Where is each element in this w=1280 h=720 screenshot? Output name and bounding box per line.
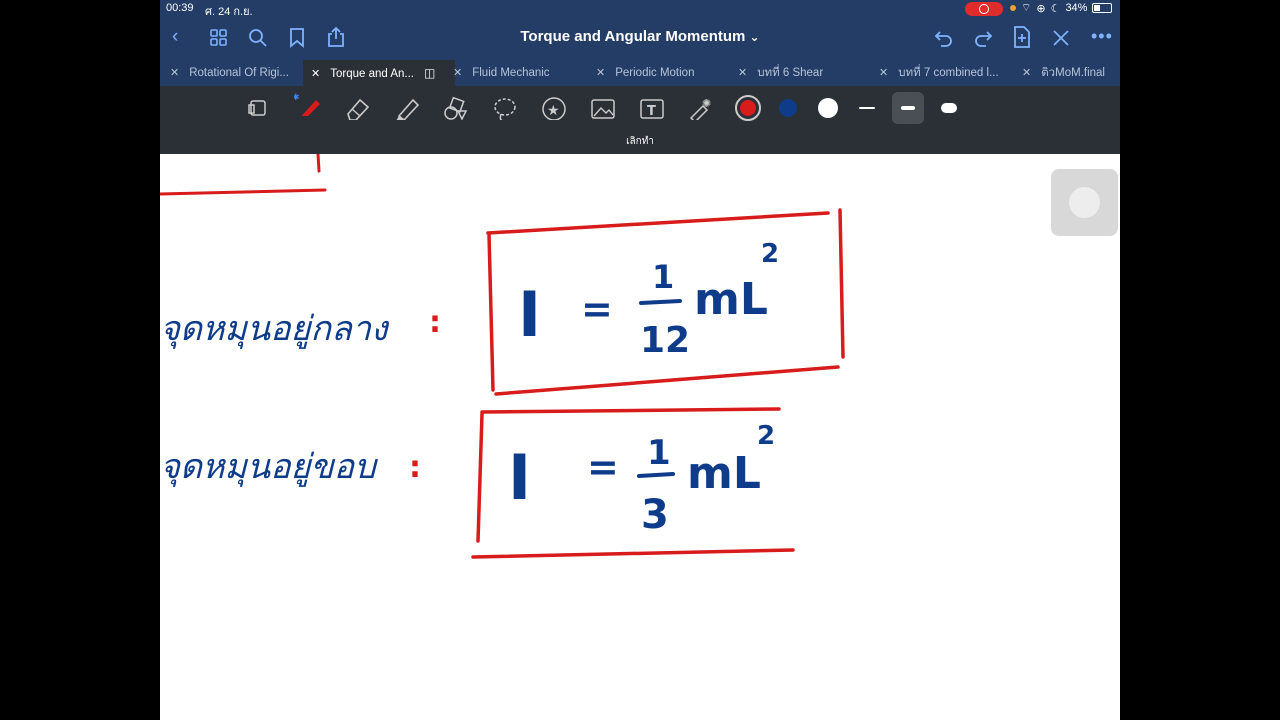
tab-label: ติวMoM.final (1041, 67, 1105, 79)
close-tab-icon[interactable]: ✕ (453, 67, 462, 79)
previous-red-box-fragment (160, 152, 327, 196)
laser-pointer-icon[interactable]: ✺ (687, 96, 713, 120)
highlighter-tool-icon[interactable] (393, 96, 419, 120)
row2-mL: mL (687, 448, 761, 499)
row1-fraction-bar (639, 299, 682, 305)
row2-denominator: 3 (641, 492, 669, 538)
tab-rotational[interactable]: ✕ Rotational Of Rigi... (170, 60, 289, 86)
row1-mL: mL (694, 274, 768, 325)
wifi-icon: ⌔ (1021, 2, 1032, 14)
tab-label: Fluid Mechanic (472, 67, 550, 79)
row2-numerator: 1 (647, 433, 671, 473)
color-swatch-white[interactable] (818, 98, 838, 118)
note-canvas[interactable]: จุดหมุนอยู่กลาง : I = 1 12 mL 2 จุดหมุนอ… (160, 152, 1120, 720)
screen-recording-indicator[interactable] (965, 2, 1003, 16)
drawing-toolbar: ✱ ★ T ✺ (160, 86, 1120, 131)
tab-mom-final[interactable]: ✕ ติวMoM.final (1022, 60, 1105, 86)
undo-icon[interactable] (934, 28, 954, 48)
image-tool-icon[interactable] (589, 96, 615, 120)
svg-text:T: T (647, 104, 656, 119)
eraser-tool-icon[interactable] (344, 96, 370, 120)
color-swatch-blue[interactable] (779, 99, 797, 117)
close-tab-icon[interactable]: ✕ (170, 67, 179, 79)
row1-label: จุดหมุนอยู่กลาง (160, 309, 390, 349)
read-mode-icon[interactable] (246, 96, 272, 120)
row2-symbol-I: I (508, 441, 531, 514)
tab-bar: ✕ Rotational Of Rigi... ✕ Torque and An...… (160, 60, 1120, 86)
close-tab-icon[interactable]: ✕ (879, 67, 888, 79)
status-icons: ⌔ ⊕ ☾ 34% (1010, 1, 1113, 15)
svg-text:✺: ✺ (702, 97, 711, 110)
svg-text:✱: ✱ (294, 93, 300, 103)
row1-symbol-I: I (518, 278, 541, 351)
more-options-icon[interactable]: ••• (1091, 25, 1113, 47)
redo-icon[interactable] (973, 28, 993, 48)
battery-icon (1092, 3, 1113, 13)
row2-fraction-bar (637, 472, 675, 478)
tab-label: Periodic Motion (615, 67, 695, 79)
tab-label: บทที่ 6 Shear (757, 67, 824, 79)
tab-label: บทที่ 7 combined l... (898, 67, 999, 79)
tab-label: Torque and An... (330, 68, 414, 80)
document-title-text: Torque and Angular Momentum (520, 28, 746, 45)
row1-exponent: 2 (761, 239, 779, 269)
row1-equals: = (581, 287, 613, 331)
text-tool-icon[interactable]: T (638, 96, 664, 120)
row1-colon: : (429, 305, 441, 340)
ipad-screen: 00:39 ศ. 24 ก.ย. ⌔ ⊕ ☾ 34% ‹ Torque and … (160, 0, 1120, 720)
close-tab-icon[interactable]: ✕ (1022, 67, 1031, 79)
tab-torque-active[interactable]: ✕ Torque and An... ◫ (303, 60, 455, 86)
row2-equals: = (587, 445, 619, 489)
chevron-down-icon: ⌄ (749, 30, 760, 44)
moon-icon: ☾ (1050, 2, 1061, 15)
stroke-medium-selected[interactable] (892, 92, 924, 124)
status-date: ศ. 24 ก.ย. (205, 6, 253, 18)
add-page-icon[interactable] (1012, 26, 1032, 48)
shapes-tool-icon[interactable] (442, 96, 468, 120)
tab-combined[interactable]: ✕ บทที่ 7 combined l... (879, 60, 999, 86)
assistive-touch-button[interactable] (1051, 169, 1118, 236)
close-tab-icon[interactable]: ✕ (596, 67, 605, 79)
pen-tool-icon[interactable]: ✱ (294, 92, 320, 116)
row1-numerator: 1 (652, 258, 674, 296)
battery-percent: 34% (1065, 2, 1088, 14)
tab-shear[interactable]: ✕ บทที่ 6 Shear (738, 60, 823, 86)
color-swatch-red-selected[interactable] (735, 95, 761, 121)
stroke-thick[interactable] (941, 103, 957, 113)
tab-fluid[interactable]: ✕ Fluid Mechanic (453, 60, 550, 86)
row1-denominator: 12 (640, 320, 690, 361)
close-edit-icon[interactable] (1052, 29, 1070, 47)
undo-hint-bar[interactable]: เลิกทำ (160, 131, 1120, 154)
lasso-tool-icon[interactable] (491, 96, 517, 120)
tab-periodic[interactable]: ✕ Periodic Motion (596, 60, 694, 86)
row2-colon: : (409, 450, 421, 485)
row2-exponent: 2 (757, 421, 775, 451)
status-time: 00:39 (166, 2, 194, 14)
svg-text:★: ★ (547, 103, 560, 119)
handwriting-layer: จุดหมุนอยู่กลาง : I = 1 12 mL 2 จุดหมุนอ… (160, 152, 845, 559)
split-view-icon[interactable]: ◫ (424, 66, 435, 80)
close-tab-icon[interactable]: ✕ (738, 67, 747, 79)
title-bar: 00:39 ศ. 24 ก.ย. ⌔ ⊕ ☾ 34% ‹ Torque and … (160, 0, 1120, 60)
undo-label: เลิกทำ (626, 136, 654, 147)
row2-label: จุดหมุนอยู่ขอบ (160, 447, 378, 487)
tab-label: Rotational Of Rigi... (189, 67, 289, 79)
close-tab-icon[interactable]: ✕ (311, 68, 320, 80)
mic-indicator-icon (1010, 5, 1016, 11)
sticker-tool-icon[interactable]: ★ (540, 96, 566, 120)
stroke-thin[interactable] (859, 107, 875, 109)
lock-rotation-icon: ⊕ (1036, 2, 1046, 15)
